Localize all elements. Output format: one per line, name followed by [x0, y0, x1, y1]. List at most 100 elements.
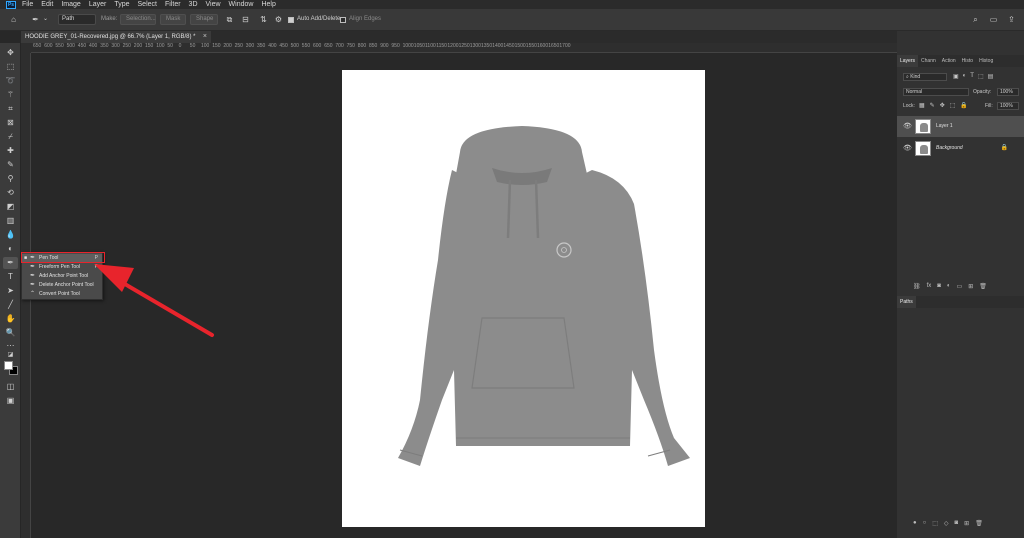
- make-selection-button[interactable]: Selection...: [120, 14, 156, 25]
- ruler-tick-label: 200: [133, 43, 143, 49]
- tab-history[interactable]: Histo: [959, 55, 976, 67]
- layer-filter-kind-select[interactable]: ⌕ Kind: [903, 73, 947, 81]
- trash-icon[interactable]: 🗑: [975, 520, 983, 527]
- tab-layers[interactable]: Layers: [897, 55, 919, 67]
- share-icon[interactable]: ⇪: [1006, 14, 1017, 25]
- load-path-as-selection-icon[interactable]: ⬚: [932, 520, 938, 527]
- frame-tool-icon[interactable]: ⊠: [3, 117, 18, 129]
- menu-window[interactable]: Window: [229, 0, 254, 9]
- stroke-path-icon[interactable]: ○: [923, 520, 927, 527]
- layer-style-icon[interactable]: fx: [927, 283, 932, 290]
- pen-mode-select[interactable]: Path: [58, 14, 96, 25]
- type-tool-icon[interactable]: T: [3, 271, 18, 283]
- gear-icon[interactable]: ⚙: [273, 14, 284, 25]
- flyout-item-convert-point-tool[interactable]: ⌃ Convert Point Tool: [22, 290, 102, 299]
- gradient-tool-icon[interactable]: ▥: [3, 215, 18, 227]
- add-anchor-point-icon: ✒: [30, 273, 36, 279]
- path-operations-icon[interactable]: ⧉: [224, 14, 235, 25]
- zoom-tool-icon[interactable]: 🔍: [3, 327, 18, 339]
- ruler-tick-label: 750: [346, 43, 355, 49]
- auto-add-delete-checkbox[interactable]: [288, 17, 294, 23]
- tab-actions[interactable]: Action: [939, 55, 959, 67]
- opacity-field[interactable]: 100%: [997, 88, 1019, 96]
- dodge-tool-icon[interactable]: ◐: [3, 243, 18, 255]
- hand-tool-icon[interactable]: ✋: [3, 313, 18, 325]
- add-mask-icon[interactable]: ◙: [937, 283, 941, 290]
- type-filter-icon[interactable]: T: [970, 73, 974, 80]
- adjustment-filter-icon[interactable]: ◐: [963, 73, 967, 80]
- menu-file[interactable]: File: [22, 0, 33, 9]
- menu-edit[interactable]: Edit: [41, 0, 53, 9]
- menu-image[interactable]: Image: [61, 0, 80, 9]
- default-colors-icon[interactable]: ◪: [3, 349, 18, 361]
- flyout-item-freeform-pen-tool[interactable]: ✒ Freeform Pen Tool P: [22, 263, 102, 272]
- blur-tool-icon[interactable]: 💧: [3, 229, 18, 241]
- screen-mode-icon[interactable]: ▣: [3, 395, 18, 407]
- tab-paths[interactable]: Paths: [897, 296, 916, 308]
- pixel-filter-icon[interactable]: ▣: [953, 73, 959, 80]
- eye-icon[interactable]: 👁: [903, 138, 912, 159]
- magic-wand-tool-icon[interactable]: ⚚: [3, 89, 18, 101]
- trash-icon[interactable]: 🗑: [979, 283, 987, 290]
- eyedropper-tool-icon[interactable]: ⌿: [3, 131, 18, 143]
- flyout-item-add-anchor-point-tool[interactable]: ✒ Add Anchor Point Tool: [22, 272, 102, 281]
- lock-artboard-icon[interactable]: ⬚: [950, 102, 956, 109]
- ruler-tick-label: 50: [167, 43, 173, 49]
- tab-channels[interactable]: Chann: [918, 55, 939, 67]
- blend-mode-select[interactable]: Normal: [903, 88, 969, 96]
- menu-view[interactable]: View: [206, 0, 221, 9]
- tab-histogram[interactable]: Histog: [976, 55, 996, 67]
- new-group-icon[interactable]: ▭: [957, 283, 963, 290]
- workspace-icon[interactable]: ▭: [988, 14, 999, 25]
- menu-select[interactable]: Select: [138, 0, 157, 9]
- menu-filter[interactable]: Filter: [165, 0, 181, 9]
- fill-field[interactable]: 100%: [997, 102, 1019, 110]
- search-icon[interactable]: ⌕: [970, 14, 981, 25]
- brush-tool-icon[interactable]: ✎: [3, 159, 18, 171]
- menu-layer[interactable]: Layer: [89, 0, 107, 9]
- lock-position-icon[interactable]: ✥: [940, 102, 945, 109]
- marquee-tool-icon[interactable]: ⬚: [3, 61, 18, 73]
- chevron-down-icon[interactable]: ⌄: [40, 14, 51, 25]
- lock-image-icon[interactable]: ✎: [930, 102, 935, 109]
- new-layer-icon[interactable]: ⊞: [968, 283, 973, 290]
- document-tab[interactable]: HOODIE GREY_01-Recovered.jpg @ 66.7% (La…: [21, 31, 211, 43]
- lock-transparent-icon[interactable]: ▦: [919, 102, 925, 109]
- layer-row-background[interactable]: 👁 Background 🔒: [897, 138, 1024, 159]
- make-work-path-icon[interactable]: ◇: [944, 520, 949, 527]
- home-icon[interactable]: ⌂: [8, 14, 19, 25]
- smart-object-filter-icon[interactable]: ▤: [988, 73, 994, 80]
- add-mask-icon[interactable]: ◙: [955, 520, 959, 527]
- adjustment-layer-icon[interactable]: ◐: [947, 283, 951, 290]
- path-alignment-icon[interactable]: ⊟: [240, 14, 251, 25]
- shape-filter-icon[interactable]: ⬚: [978, 73, 984, 80]
- new-path-icon[interactable]: ⊞: [964, 520, 969, 527]
- healing-brush-tool-icon[interactable]: ✚: [3, 145, 18, 157]
- pen-tool-icon[interactable]: ✒: [3, 257, 18, 269]
- move-tool-icon[interactable]: ✥: [3, 47, 18, 59]
- make-shape-button[interactable]: Shape: [190, 14, 218, 25]
- eraser-tool-icon[interactable]: ◩: [3, 201, 18, 213]
- foreground-color-swatch[interactable]: [4, 361, 13, 370]
- close-icon[interactable]: ×: [203, 31, 207, 43]
- layer-row-layer-1[interactable]: 👁 Layer 1: [897, 116, 1024, 137]
- lock-all-icon[interactable]: 🔒: [960, 102, 967, 109]
- flyout-item-delete-anchor-point-tool[interactable]: ✒ Delete Anchor Point Tool: [22, 281, 102, 290]
- clone-stamp-tool-icon[interactable]: ⚲: [3, 173, 18, 185]
- convert-point-icon: ⌃: [30, 291, 36, 297]
- link-layers-icon[interactable]: ⛓: [913, 283, 921, 290]
- align-edges-checkbox[interactable]: [340, 17, 346, 23]
- history-brush-tool-icon[interactable]: ⟲: [3, 187, 18, 199]
- menu-help[interactable]: Help: [261, 0, 275, 9]
- shape-tool-icon[interactable]: ╱: [3, 299, 18, 311]
- eye-icon[interactable]: 👁: [903, 116, 912, 137]
- menu-type[interactable]: Type: [114, 0, 129, 9]
- quick-mask-icon[interactable]: ◫: [3, 381, 18, 393]
- path-selection-tool-icon[interactable]: ➤: [3, 285, 18, 297]
- path-arrangement-icon[interactable]: ⇅: [258, 14, 269, 25]
- make-mask-button[interactable]: Mask: [160, 14, 186, 25]
- lasso-tool-icon[interactable]: ➰: [3, 75, 18, 87]
- crop-tool-icon[interactable]: ⌗: [3, 103, 18, 115]
- fill-path-icon[interactable]: ●: [913, 520, 917, 527]
- menu-3d[interactable]: 3D: [189, 0, 198, 9]
